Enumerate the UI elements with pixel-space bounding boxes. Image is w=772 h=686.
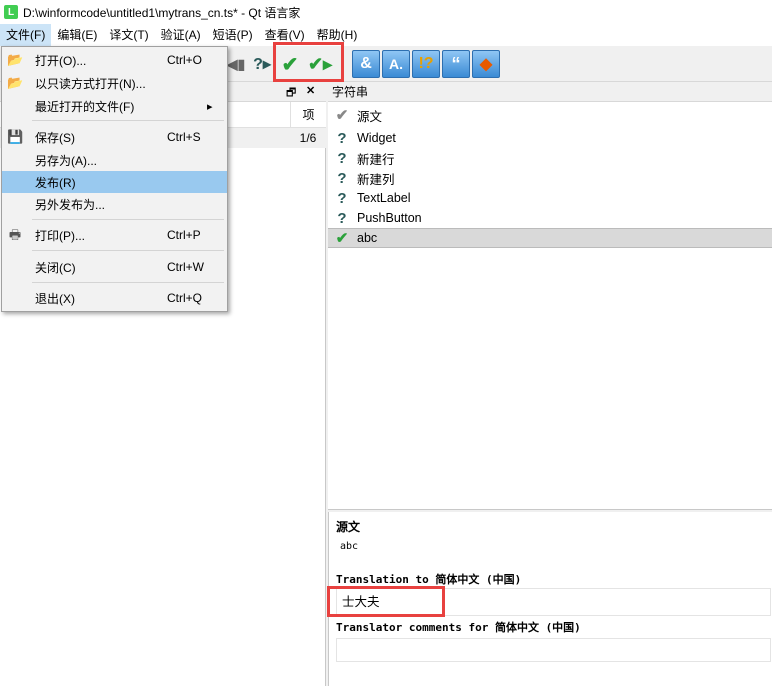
menu-item-label: 以只读方式打开(N)... — [35, 76, 146, 91]
menu-item-shortcut: Ctrl+O — [167, 53, 203, 67]
menu-help[interactable]: 帮助(H) — [311, 24, 364, 46]
menu-item-open-readonly[interactable]: 📂 以只读方式打开(N)... — [2, 72, 227, 94]
menu-edit[interactable]: 编辑(E) — [51, 24, 103, 46]
title-bar: L D:\winformcode\untitled1\mytrans_cn.ts… — [0, 0, 772, 24]
unfinished-icon: ? — [337, 129, 347, 147]
unfinished-icon: ? — [337, 189, 347, 207]
menu-item-label: 另外发布为... — [35, 197, 106, 212]
source-column-label: 源文 — [357, 109, 383, 124]
string-row-pushbutton[interactable]: ? PushButton — [328, 208, 772, 228]
strings-panel: 字符串 ✔ 源文 ? Widget ? 新建行 ? 新建列 ? TextLabe… — [328, 82, 772, 510]
menu-item-label: 关闭(C) — [35, 260, 76, 275]
translation-input[interactable]: 士大夫 — [336, 588, 771, 616]
menu-item-recent-files[interactable]: 最近打开的文件(F) ▸ — [2, 95, 227, 117]
unfinished-icon: ? — [337, 149, 347, 167]
menu-separator — [32, 282, 224, 283]
translation-editor: 源文 abc Translation to 简体中文 (中国) 士大夫 Tran… — [327, 512, 772, 686]
menu-item-release-as[interactable]: 另外发布为... — [2, 193, 227, 215]
menu-separator — [32, 120, 224, 121]
menu-separator — [32, 219, 224, 220]
accelerator-check-icon[interactable]: & — [352, 50, 380, 78]
menu-item-save[interactable]: 💾 保存(S) Ctrl+S — [2, 126, 227, 148]
menu-translation[interactable]: 译文(T) — [103, 24, 154, 46]
menu-item-shortcut: Ctrl+P — [167, 228, 201, 242]
close-icon[interactable]: ✕ — [306, 84, 315, 97]
menu-item-label: 最近打开的文件(F) — [35, 99, 135, 114]
strings-column-header[interactable]: ✔ 源文 — [328, 105, 772, 125]
placeholder-check-icon[interactable]: “ — [442, 50, 470, 78]
menu-item-save-as[interactable]: 另存为(A)... — [2, 149, 227, 171]
source-text: abc — [340, 541, 359, 552]
menu-view[interactable]: 查看(V) — [259, 24, 311, 46]
string-label: Widget — [357, 131, 396, 145]
menu-item-label: 退出(X) — [35, 291, 75, 306]
menu-item-shortcut: Ctrl+Q — [167, 291, 203, 305]
unfinished-icon: ? — [337, 209, 347, 227]
comments-label: Translator comments for 简体中文 (中国) — [336, 621, 581, 634]
column-items-header[interactable]: 项 — [290, 102, 326, 128]
string-label: PushButton — [357, 211, 422, 225]
ending-punctuation-check-icon[interactable]: A. — [382, 50, 410, 78]
menu-item-open[interactable]: 📂 打开(O)... Ctrl+O — [2, 49, 227, 71]
printer-icon: 🖶 — [8, 227, 22, 242]
menu-bar: 文件(F) 编辑(E) 译文(T) 验证(A) 短语(P) 查看(V) 帮助(H… — [0, 24, 772, 46]
string-label: abc — [357, 231, 378, 245]
string-row-new-column[interactable]: ? 新建列 — [328, 168, 772, 188]
folder-icon: 📂 — [7, 75, 24, 90]
folder-icon: 📂 — [7, 52, 24, 67]
menu-phrases[interactable]: 短语(P) — [207, 24, 259, 46]
window-title: D:\winformcode\untitled1\mytrans_cn.ts* … — [23, 5, 301, 20]
phrase-check-icon[interactable]: !? — [412, 50, 440, 78]
translation-label: Translation to 简体中文 (中国) — [336, 573, 522, 586]
menu-item-shortcut: Ctrl+S — [167, 130, 201, 144]
string-row-textlabel[interactable]: ? TextLabel — [328, 188, 772, 208]
done-and-next-icon[interactable]: ✔▸ — [306, 50, 334, 78]
unfinished-icon: ? — [337, 169, 347, 187]
string-row-new-row[interactable]: ? 新建行 — [328, 148, 772, 168]
check-column-icon: ✔ — [335, 107, 349, 124]
menu-item-release[interactable]: 发布(R) — [2, 171, 227, 193]
float-icon[interactable]: 🗗 — [286, 84, 296, 103]
menu-item-label: 打开(O)... — [35, 53, 87, 68]
menu-item-label: 打印(P)... — [35, 228, 85, 243]
submenu-arrow-icon: ▸ — [207, 100, 213, 113]
comments-input[interactable] — [336, 638, 771, 662]
source-text-label: 源文 — [336, 520, 361, 534]
file-menu-dropdown: 📂 打开(O)... Ctrl+O 📂 以只读方式打开(N)... 最近打开的文… — [1, 46, 228, 312]
save-icon: 💾 — [7, 129, 24, 144]
done-check-icon: ✔ — [335, 230, 349, 247]
string-row-widget[interactable]: ? Widget — [328, 128, 772, 148]
menu-item-label: 保存(S) — [35, 130, 75, 145]
next-unfinished-icon[interactable]: ?▸ — [248, 50, 276, 78]
menu-item-print[interactable]: 🖶 打印(P)... Ctrl+P — [2, 224, 227, 246]
menu-item-label: 发布(R) — [35, 175, 76, 190]
context-row-count: 1/6 — [299, 131, 317, 145]
string-label: 新建列 — [357, 172, 395, 187]
strings-panel-header: 字符串 — [328, 82, 772, 102]
app-logo-icon: L — [4, 5, 18, 19]
menu-separator — [32, 250, 224, 251]
string-row-abc[interactable]: ✔ abc — [328, 228, 772, 248]
string-label: TextLabel — [357, 191, 411, 205]
menu-item-exit[interactable]: 退出(X) Ctrl+Q — [2, 287, 227, 309]
done-and-previous-icon[interactable]: ✔ — [276, 50, 304, 78]
string-label: 新建行 — [357, 152, 395, 167]
numerus-check-icon[interactable]: ◆ — [472, 50, 500, 78]
menu-file[interactable]: 文件(F) — [0, 24, 52, 46]
menu-item-label: 另存为(A)... — [35, 153, 97, 168]
menu-item-close[interactable]: 关闭(C) Ctrl+W — [2, 256, 227, 278]
menu-item-shortcut: Ctrl+W — [167, 260, 204, 274]
menu-validation[interactable]: 验证(A) — [155, 24, 207, 46]
